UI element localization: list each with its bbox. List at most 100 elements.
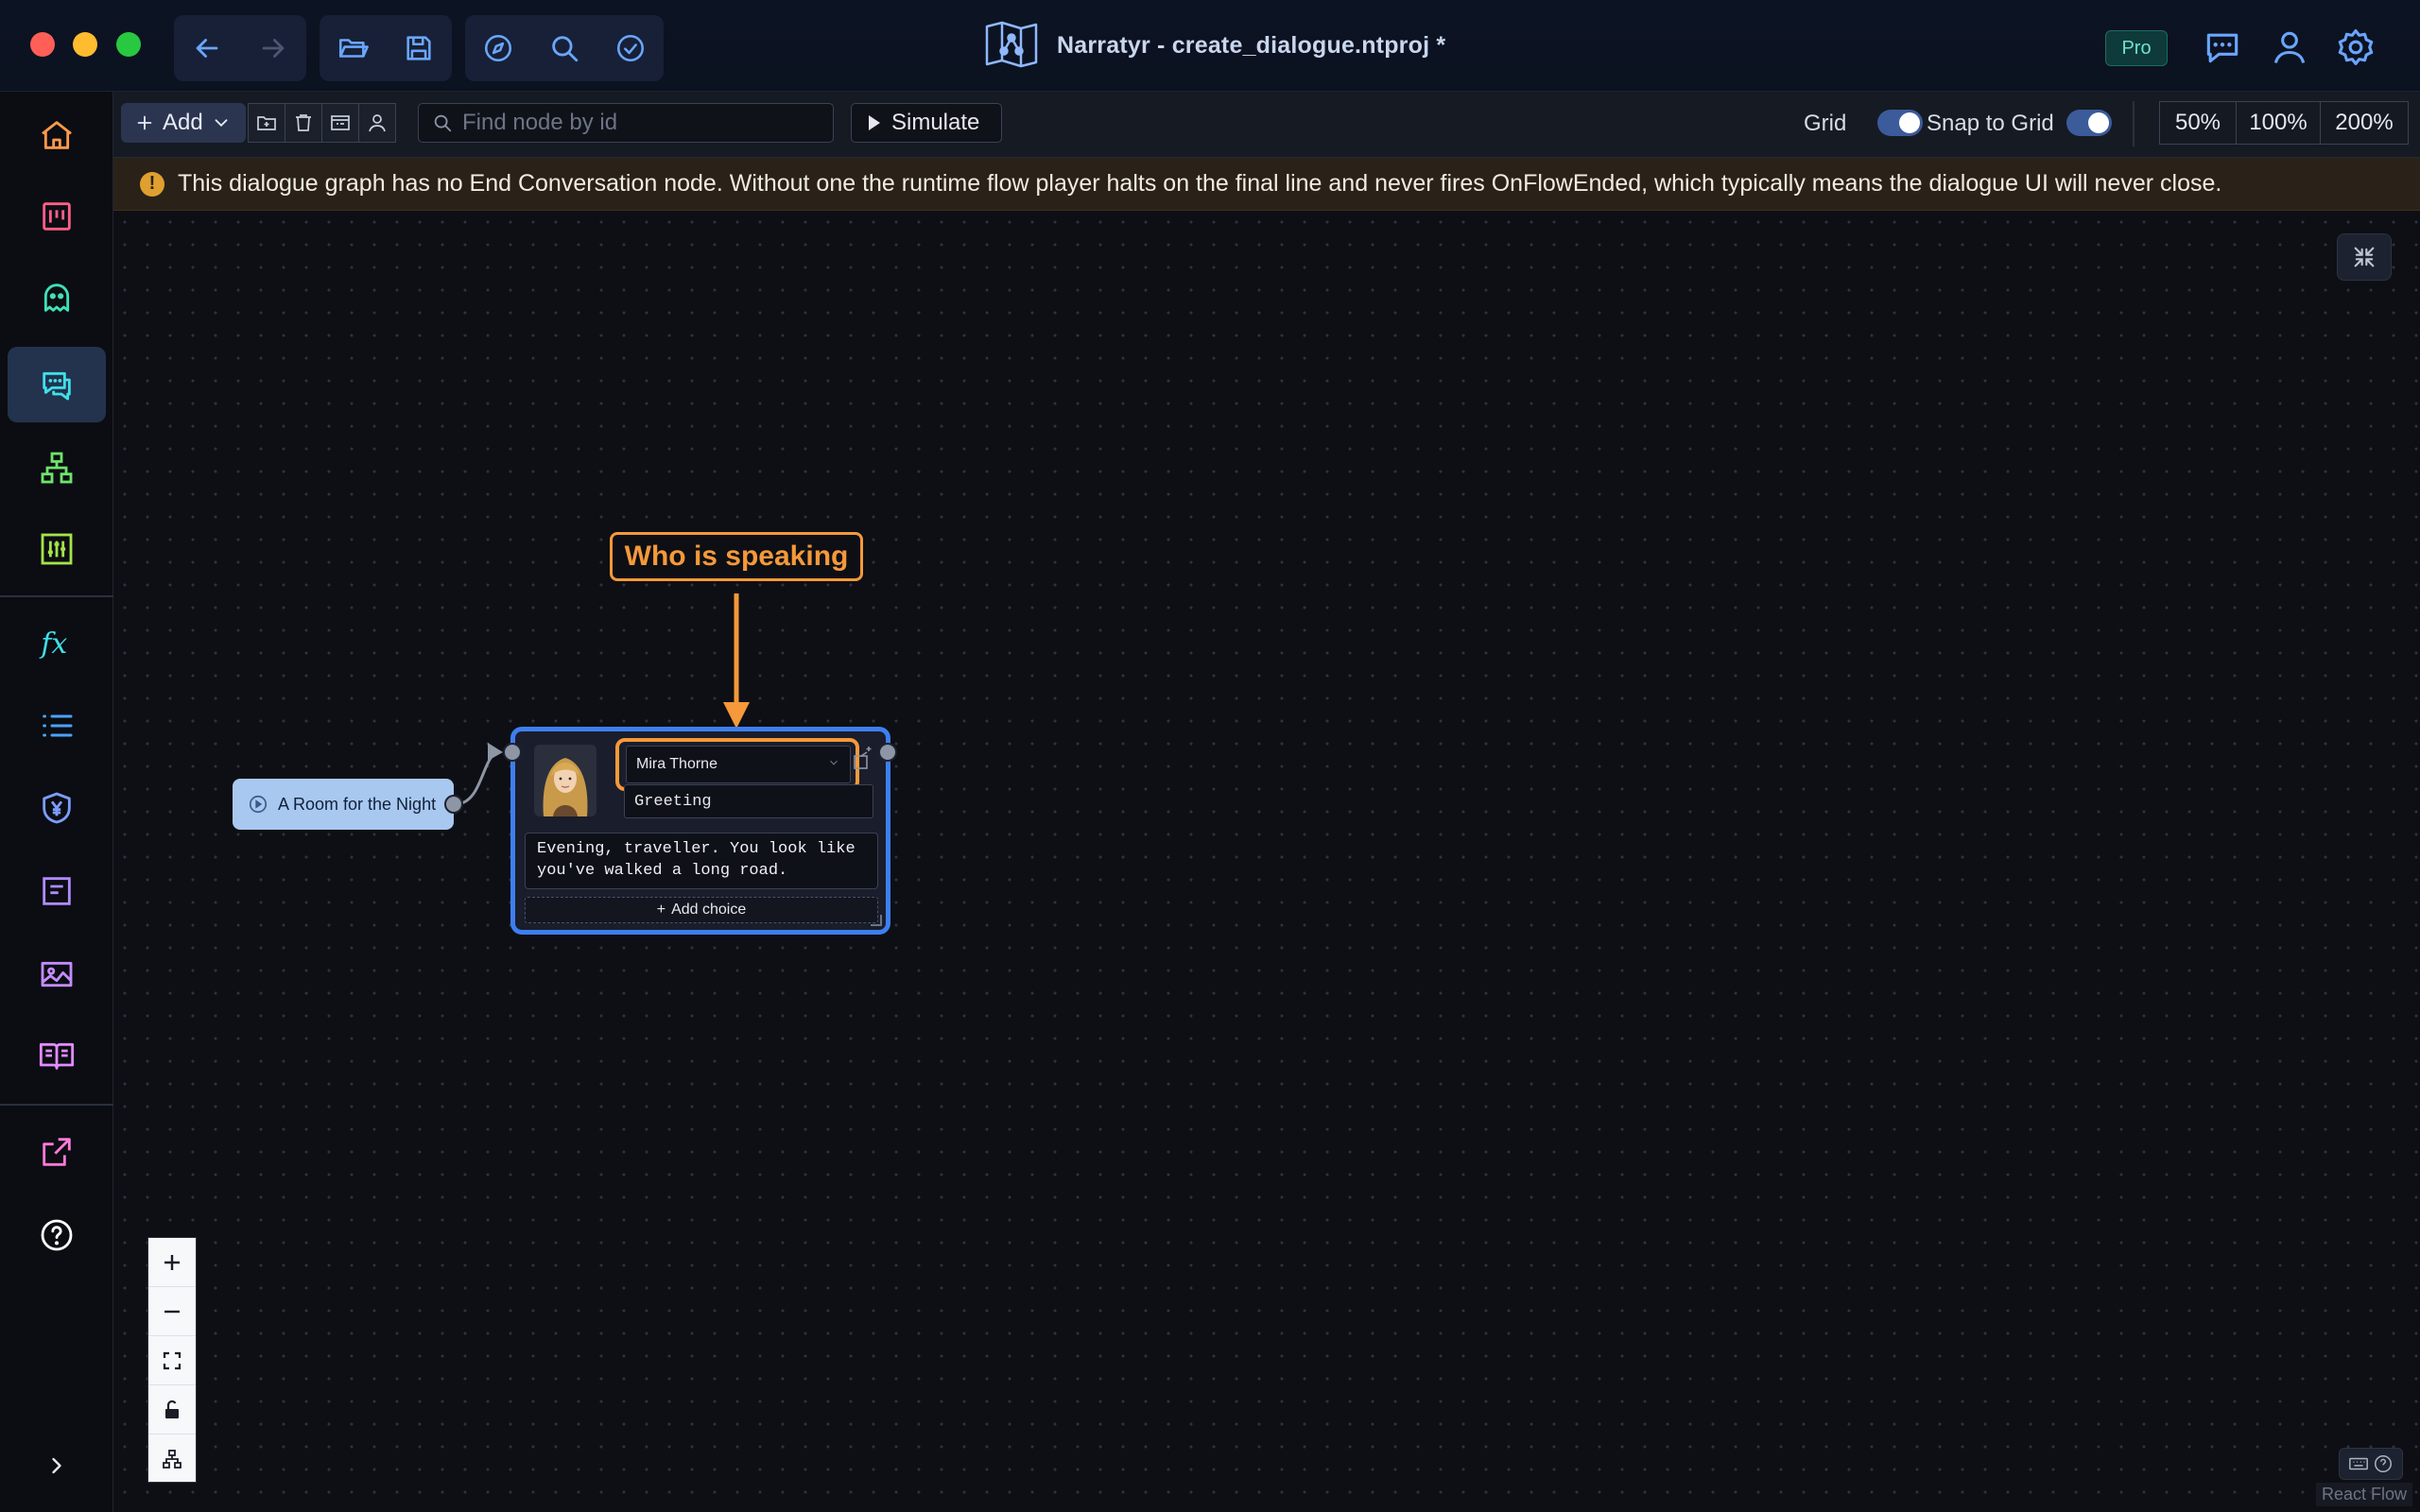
sidebar-item-book[interactable] <box>8 1018 106 1093</box>
dialogue-node-input-handle[interactable] <box>503 743 522 762</box>
start-node-label: A Room for the Night <box>278 794 437 814</box>
trash-icon <box>296 114 311 131</box>
left-sidebar: fx <box>0 92 113 1512</box>
file-group <box>320 15 452 81</box>
sidebar-item-variables[interactable] <box>8 511 106 587</box>
add-node-label: Add <box>163 110 203 135</box>
chevron-down-icon <box>215 119 228 128</box>
find-node-search[interactable] <box>418 103 834 143</box>
minus-icon <box>164 1310 180 1313</box>
snap-to-grid-label: Snap to Grid <box>1927 111 2054 136</box>
delete-button[interactable] <box>285 103 322 143</box>
start-node-output-handle[interactable] <box>444 795 463 814</box>
zoom-50-button[interactable]: 50% <box>2159 101 2237 145</box>
dialogue-text-field[interactable]: Evening, traveller. You look like you've… <box>525 833 878 889</box>
character-button[interactable] <box>358 103 396 143</box>
sidebar-item-help[interactable] <box>8 1197 106 1273</box>
zoom-100-button[interactable]: 100% <box>2236 101 2321 145</box>
plus-icon <box>164 1254 180 1270</box>
play-circle-icon <box>249 795 268 814</box>
edge-arrow-head <box>488 743 503 761</box>
folder-icon <box>257 116 276 130</box>
compass-icon[interactable] <box>465 15 531 81</box>
dialogue-icon <box>43 371 71 401</box>
snap-to-grid-toggle[interactable] <box>2066 110 2112 136</box>
window-title: Narratyr - create_dialogue.ntproj * <box>983 17 1445 74</box>
sidebar-expand-button[interactable] <box>8 1432 106 1500</box>
history-group <box>174 15 306 81</box>
chat-icon[interactable] <box>2202 26 2243 68</box>
sidebar-item-characters[interactable] <box>8 260 106 335</box>
speaker-avatar <box>534 745 596 816</box>
user-icon[interactable] <box>2269 26 2310 68</box>
comment-box-button[interactable] <box>321 103 359 143</box>
maximize-window-button[interactable] <box>116 32 141 57</box>
react-flow-attribution[interactable]: React Flow <box>2315 1483 2412 1506</box>
group-folder-button[interactable] <box>248 103 285 143</box>
dialogue-node[interactable]: Mira Thorne Greeting Evening, traveller.… <box>510 727 890 935</box>
auto-layout-button[interactable] <box>148 1435 196 1484</box>
plus-icon <box>137 115 152 130</box>
person-icon <box>369 114 386 132</box>
zoom-out-button[interactable] <box>148 1287 196 1336</box>
title-bar: Narratyr - create_dialogue.ntproj * Pro <box>0 0 2420 92</box>
search-icon[interactable] <box>531 15 597 81</box>
sidebar-item-images[interactable] <box>8 936 106 1012</box>
sidebar-item-home[interactable] <box>8 97 106 173</box>
speaker-select[interactable]: Mira Thorne <box>626 746 851 783</box>
annotation-and-edges <box>455 593 750 806</box>
export-icon <box>43 1138 71 1166</box>
grid-toggle[interactable] <box>1877 110 1923 136</box>
warning-banner: ! This dialogue graph has no End Convers… <box>113 158 2420 211</box>
open-folder-icon[interactable] <box>320 15 386 81</box>
help-icon <box>2375 1455 2392 1472</box>
minimize-window-button[interactable] <box>73 32 97 57</box>
fullscreen-toggle-button[interactable] <box>2337 233 2392 281</box>
node-title-field[interactable]: Greeting <box>624 784 873 818</box>
image-icon <box>41 961 73 988</box>
sidebar-item-documents[interactable] <box>8 853 106 929</box>
sidebar-item-economy[interactable] <box>8 770 106 846</box>
sidebar-item-lists[interactable] <box>8 688 106 764</box>
zoom-200-button[interactable]: 200% <box>2320 101 2409 145</box>
sidebar-divider <box>0 1104 113 1106</box>
window-title-text: Narratyr - create_dialogue.ntproj * <box>1057 31 1446 59</box>
resize-handle[interactable] <box>871 915 882 926</box>
simulate-button[interactable]: Simulate <box>851 103 1002 143</box>
hierarchy-icon <box>163 1450 182 1469</box>
ghost-characters-icon <box>43 284 70 312</box>
zoom-in-button[interactable] <box>148 1238 196 1287</box>
sidebar-divider <box>0 595 113 597</box>
lock-interactivity-button[interactable] <box>148 1385 196 1435</box>
validate-check-icon[interactable] <box>597 15 664 81</box>
add-node-button[interactable]: Add <box>121 103 246 143</box>
speaker-select-value: Mira Thorne <box>636 756 717 772</box>
start-node[interactable]: A Room for the Night <box>233 779 454 830</box>
add-choice-label: Add choice <box>671 902 747 918</box>
sidebar-item-export[interactable] <box>8 1114 106 1190</box>
sidebar-item-functions[interactable]: fx <box>8 606 106 681</box>
toolbar-divider <box>2133 101 2135 146</box>
forward-arrow-icon[interactable] <box>240 15 306 81</box>
pro-badge[interactable]: Pro <box>2105 30 2168 66</box>
add-choice-button[interactable]: + Add choice <box>525 897 878 923</box>
sidebar-item-dialogue[interactable] <box>8 347 106 422</box>
list-icon <box>43 714 73 737</box>
book-icon <box>39 1042 75 1070</box>
close-window-button[interactable] <box>30 32 55 57</box>
keyboard-shortcuts-button[interactable] <box>2339 1448 2403 1480</box>
fit-view-button[interactable] <box>148 1336 196 1385</box>
settings-gear-icon[interactable] <box>2335 26 2377 68</box>
back-arrow-icon[interactable] <box>174 15 240 81</box>
dialogue-node-output-handle[interactable] <box>878 743 897 762</box>
callout-who-is-speaking: Who is speaking <box>610 532 863 581</box>
expand-node-icon[interactable] <box>852 745 874 773</box>
narratyr-logo-icon <box>985 21 1038 68</box>
warning-text: This dialogue graph has no End Conversat… <box>178 170 2222 197</box>
sidebar-item-hierarchy[interactable] <box>8 430 106 506</box>
flow-canvas[interactable]: Who is speaking A Room for the Night Mir… <box>113 211 2420 1512</box>
save-icon[interactable] <box>386 15 452 81</box>
sidebar-item-board[interactable] <box>8 179 106 254</box>
find-node-input[interactable] <box>462 110 821 136</box>
fit-view-icon <box>163 1351 182 1369</box>
